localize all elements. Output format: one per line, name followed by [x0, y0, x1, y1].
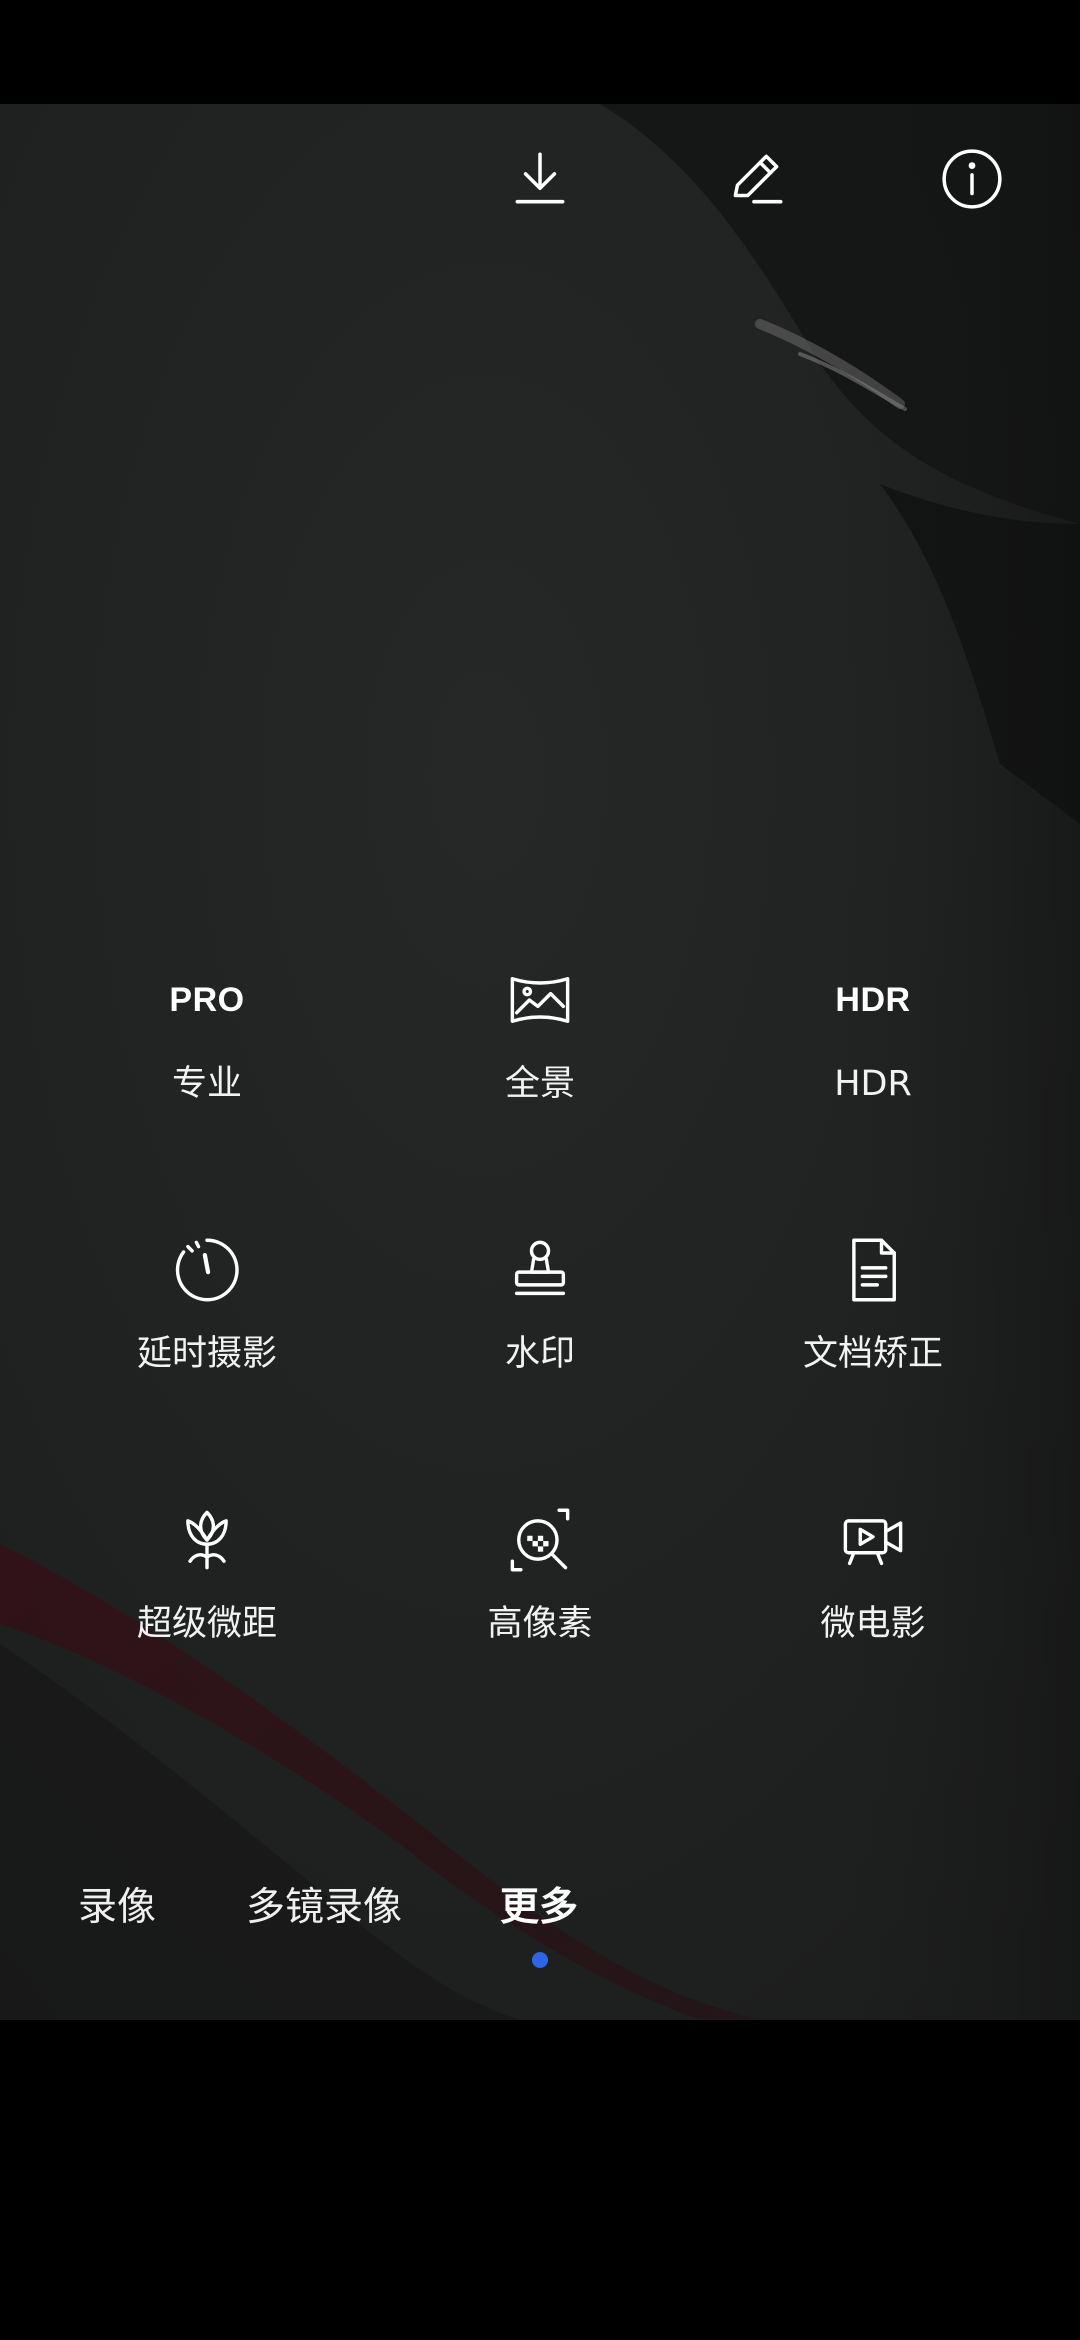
tab-more[interactable]: 更多 [500, 1868, 578, 1948]
edit-button[interactable] [711, 134, 801, 224]
timelapse-icon [175, 1238, 239, 1302]
high-res-icon [510, 1508, 570, 1572]
info-button[interactable] [927, 134, 1017, 224]
top-toolbar [0, 104, 1080, 244]
mode-hdr[interactable]: HDR HDR [733, 960, 1013, 1180]
mode-pro[interactable]: PRO 专业 [67, 960, 347, 1180]
mode-label: 水印 [504, 1334, 575, 1374]
hdr-icon: HDR [835, 980, 911, 1019]
mode-timelapse[interactable]: 延时摄影 [67, 1230, 347, 1450]
more-modes-grid: PRO 专业 全景 HDR HDR 延时摄影 水印 文档矫正 超级微距 高像素 … [0, 960, 1080, 1720]
mode-watermark[interactable]: 水印 [400, 1230, 680, 1450]
mode-label: 高像素 [487, 1604, 593, 1644]
mode-label: 微电影 [820, 1604, 926, 1644]
pro-icon: PRO [169, 980, 245, 1019]
watermark-stamp-icon [514, 1240, 566, 1296]
info-icon [942, 149, 1002, 209]
mode-high-pixel[interactable]: 高像素 [400, 1500, 680, 1720]
download-button[interactable] [495, 134, 585, 224]
camera-screen: PRO 专业 全景 HDR HDR 延时摄影 水印 文档矫正 超级微距 高像素 … [0, 0, 1080, 2340]
mode-label: 延时摄影 [136, 1334, 277, 1374]
status-bar [0, 0, 1080, 104]
macro-flower-icon [186, 1510, 228, 1570]
active-tab-indicator [532, 1952, 548, 1968]
mode-label: HDR [834, 1064, 912, 1104]
mode-super-macro[interactable]: 超级微距 [67, 1500, 347, 1720]
mode-label: 全景 [504, 1064, 575, 1104]
bottom-area [0, 2020, 1080, 2340]
panorama-icon [510, 977, 570, 1023]
mode-label: 文档矫正 [802, 1334, 943, 1374]
movie-camera-icon [843, 1519, 903, 1566]
tab-multi-lens-video[interactable]: 多镜录像 [246, 1868, 402, 1948]
mode-label: 超级微距 [136, 1604, 277, 1644]
tab-video[interactable]: 录像 [78, 1868, 156, 1948]
edit-icon [733, 154, 783, 204]
mode-document[interactable]: 文档矫正 [733, 1230, 1013, 1450]
mode-panorama[interactable]: 全景 [400, 960, 680, 1180]
document-icon [852, 1238, 896, 1302]
camera-mode-tabs: 录像 多镜录像 更多 [0, 1868, 1080, 1988]
download-icon [515, 152, 565, 204]
mode-label: 专业 [171, 1064, 242, 1104]
mode-micro-movie[interactable]: 微电影 [733, 1500, 1013, 1720]
